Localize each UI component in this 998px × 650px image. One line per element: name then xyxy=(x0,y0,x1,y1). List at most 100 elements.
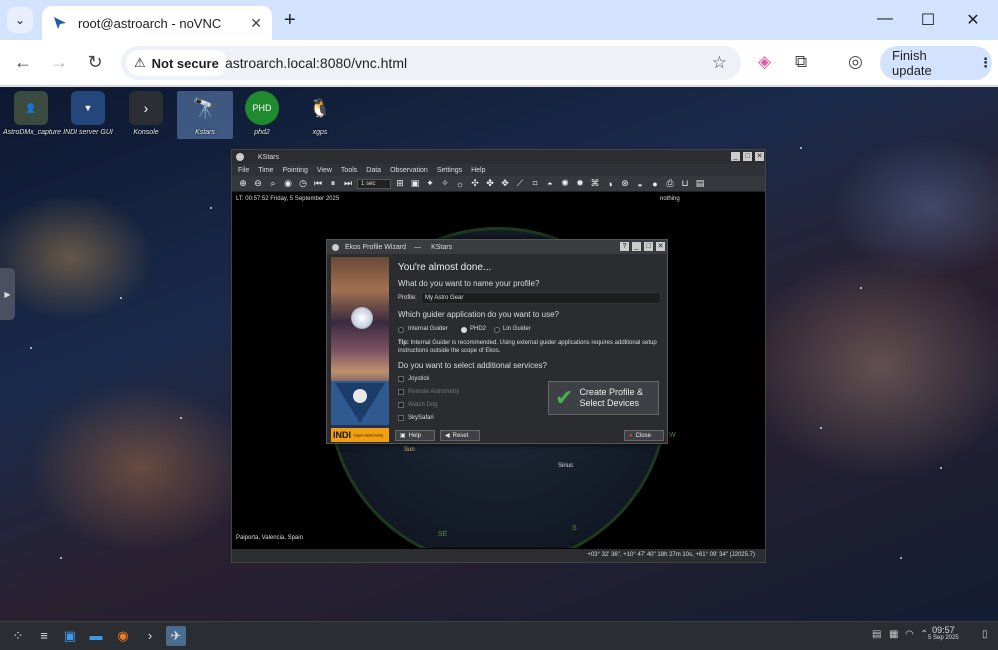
menu-time[interactable]: Time xyxy=(258,167,273,174)
moon-icon[interactable]: ● xyxy=(649,179,661,189)
print-icon[interactable]: ⎙ xyxy=(664,178,676,189)
remote-astrometry-label: Remote Astrometry xyxy=(408,389,460,395)
security-indicator[interactable]: ⚠ Not secure xyxy=(126,50,228,76)
kstars-minimize-button[interactable]: _ xyxy=(731,152,740,161)
reload-icon[interactable]: ↻ xyxy=(83,52,107,73)
kstars-task-icon[interactable]: ✈ xyxy=(166,626,186,646)
menu-pointing[interactable]: Pointing xyxy=(283,167,308,174)
kstars-close-button[interactable]: ✕ xyxy=(755,152,764,161)
extensions-puzzle-icon[interactable]: ⧉ xyxy=(795,52,807,72)
solar-system-toggle-icon[interactable]: ☼ xyxy=(454,179,466,189)
menu-settings[interactable]: Settings xyxy=(437,167,462,174)
sky-map-icon[interactable]: ▤ xyxy=(694,178,706,189)
step-back-icon[interactable]: ⏮ xyxy=(312,178,324,189)
center-icon[interactable]: ◉ xyxy=(282,178,294,189)
what-is-interesting-icon[interactable]: ⌘ xyxy=(589,178,601,189)
ekos-profile-wizard-dialog[interactable]: Ekos Profile Wizard — KStars ? _ □ ✕ IND… xyxy=(326,239,668,452)
konsole-task-icon[interactable]: › xyxy=(140,626,160,646)
checkbox-remote-astrometry[interactable] xyxy=(398,389,404,395)
desktop-icon-konsole[interactable]: › Konsole xyxy=(118,91,174,137)
stars-toggle-icon[interactable]: ✦ xyxy=(424,178,436,189)
phd2-label: PHD2 xyxy=(470,326,487,332)
wizard-help-button[interactable]: ? xyxy=(620,242,629,251)
create-profile-button[interactable]: ✔ Create Profile & Select Devices xyxy=(548,381,659,415)
new-tab-button[interactable]: + xyxy=(284,9,296,32)
kstars-maximize-button[interactable]: □ xyxy=(743,152,752,161)
bookmark-star-icon[interactable]: ☆ xyxy=(712,53,727,73)
satellites-icon[interactable]: ✺ xyxy=(559,178,571,189)
find-object-icon[interactable]: ⌕ xyxy=(267,178,279,189)
menu-file[interactable]: File xyxy=(238,167,249,174)
menu-observation[interactable]: Observation xyxy=(390,167,428,174)
back-arrow-icon[interactable]: ← xyxy=(11,52,35,73)
checkbox-watch-dog[interactable] xyxy=(398,402,404,408)
finish-update-button[interactable]: Finish update ⋮ xyxy=(880,46,992,80)
browser-tab[interactable]: root@astroarch - noVNC ✕ xyxy=(42,6,272,40)
profile-icon[interactable]: ◎ xyxy=(848,52,863,72)
radio-lin-guider[interactable] xyxy=(494,327,500,333)
deep-sky-toggle-icon[interactable]: ✧ xyxy=(439,178,451,189)
desktop-icon-xgps[interactable]: 🐧 xgps xyxy=(292,91,348,137)
menu-view[interactable]: View xyxy=(317,167,332,174)
desktop-icon-indi-server[interactable]: ▼ INDI server GUI xyxy=(60,91,116,137)
menu-tools[interactable]: Tools xyxy=(341,167,357,174)
ground-icon[interactable]: ◒ xyxy=(634,179,646,189)
zoom-out-icon[interactable]: ⊖ xyxy=(252,178,264,189)
app-launcher-icon[interactable]: ⁘ xyxy=(8,626,28,646)
firefox-icon[interactable]: ◉ xyxy=(113,626,133,646)
wizard-close-x-button[interactable]: ✕ xyxy=(656,242,665,251)
clock-icon[interactable]: ◷ xyxy=(297,178,309,189)
fits-viewer-icon[interactable]: ▣ xyxy=(409,178,421,189)
wizard-reset-button[interactable]: ◀ Reset xyxy=(440,430,480,441)
desktop-icon-phd2[interactable]: PHD phd2 xyxy=(234,91,290,137)
wizard-close-button[interactable]: ● Close xyxy=(624,430,664,441)
tab-close-icon[interactable]: ✕ xyxy=(250,15,262,32)
ekos-icon[interactable]: ⊞ xyxy=(394,178,406,189)
menu-help[interactable]: Help xyxy=(471,167,485,174)
settings-sliders-icon[interactable]: ≡ xyxy=(34,626,54,646)
time-step-spinbox[interactable]: 1 sec xyxy=(357,178,391,189)
kstars-titlebar[interactable]: KStars _ □ ✕ xyxy=(232,150,765,164)
file-manager-icon[interactable]: ▬ xyxy=(86,626,106,646)
constellation-names-icon[interactable]: ✤ xyxy=(484,178,496,189)
clipboard-icon[interactable]: ▤ xyxy=(872,629,881,640)
updates-icon[interactable]: ▦ xyxy=(889,629,898,640)
checkbox-joystick[interactable] xyxy=(398,376,404,382)
taskbar-clock[interactable]: 09:57 5 Sep 2025 xyxy=(928,625,959,641)
constellation-lines-icon[interactable]: ✣ xyxy=(469,178,481,189)
wizard-maximize-button[interactable]: □ xyxy=(644,242,653,251)
tab-search-button[interactable]: ⌄ xyxy=(7,7,33,33)
supernovae-icon[interactable]: ✹ xyxy=(574,178,586,189)
step-forward-icon[interactable]: ⏭ xyxy=(342,178,354,189)
menu-data[interactable]: Data xyxy=(366,167,381,174)
wizard-minimize-button[interactable]: _ xyxy=(632,242,641,251)
zoom-in-icon[interactable]: ⊕ xyxy=(237,178,249,189)
window-close-button[interactable]: ✕ xyxy=(963,10,983,30)
profile-name-input[interactable]: My Astro Gear xyxy=(421,292,661,304)
hips-icon[interactable]: ◑ xyxy=(604,179,616,189)
globe-icon[interactable]: ⊛ xyxy=(619,178,631,189)
show-desktop-icon[interactable]: ▯ xyxy=(982,629,988,640)
constellation-art-icon[interactable]: ✥ xyxy=(499,178,511,189)
radio-phd2[interactable] xyxy=(461,327,467,333)
window-maximize-button[interactable]: ☐ xyxy=(918,10,938,30)
milky-way-icon[interactable]: ⟋ xyxy=(514,178,526,189)
wifi-icon[interactable]: ◠ xyxy=(905,629,914,640)
pause-icon[interactable]: ⏸ xyxy=(327,178,339,189)
store-bag-icon[interactable]: ▣ xyxy=(60,626,80,646)
forward-arrow-icon[interactable]: → xyxy=(47,52,71,73)
checkbox-skysafari[interactable] xyxy=(398,415,404,421)
window-minimize-button[interactable]: — xyxy=(875,10,895,28)
url-text[interactable]: astroarch.local:8080/vnc.html xyxy=(225,55,407,71)
wizard-help-bottom-button[interactable]: ▣ Help xyxy=(395,430,435,441)
equatorial-grid-icon[interactable]: ⌗ xyxy=(529,178,541,189)
desktop-icon-astrodmx[interactable]: 👤 AstroDMx_capture xyxy=(3,91,61,137)
horizon-icon[interactable]: ◓ xyxy=(544,179,556,189)
address-bar[interactable]: ⚠ Not secure astroarch.local:8080/vnc.ht… xyxy=(121,46,741,80)
cup-icon[interactable]: ⊔ xyxy=(679,178,691,189)
radio-internal-guider[interactable] xyxy=(398,327,404,333)
wizard-titlebar[interactable]: Ekos Profile Wizard — KStars ? _ □ ✕ xyxy=(327,240,667,254)
novnc-control-bar-handle[interactable]: ▶ xyxy=(0,268,15,320)
desktop-icon-kstars[interactable]: 🔭 Kstars xyxy=(177,91,233,139)
extension-pink-icon[interactable]: ◈ xyxy=(758,52,771,72)
